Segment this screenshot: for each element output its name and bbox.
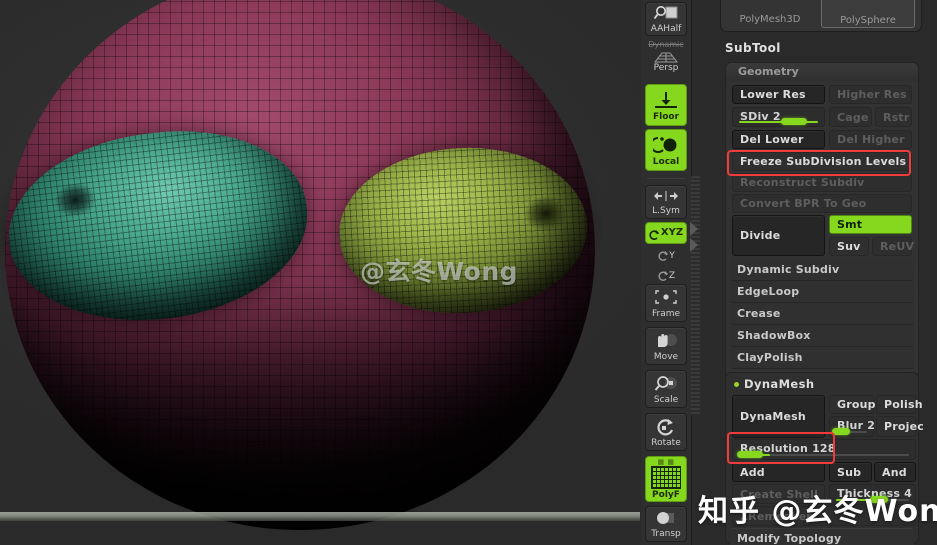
shadowbox-row[interactable]: ShadowBox <box>730 325 914 347</box>
tool-thumb-polysphere[interactable]: PolySphere <box>821 0 915 28</box>
rail-divider-1 <box>647 178 685 179</box>
rotate-z-label: Z <box>668 271 676 281</box>
lsym-label: L.Sym <box>652 205 680 216</box>
aahalf-button[interactable]: AAHalf <box>645 2 687 36</box>
rotate-z-button[interactable]: Z <box>645 266 687 286</box>
right-lobe-pole <box>523 194 570 233</box>
zbrush-window: @玄冬Wong AAHalf Dynamic Persp Floor Local… <box>0 0 937 545</box>
transp-label: Transp <box>651 529 681 539</box>
xyz-button[interactable]: XYZ <box>645 222 687 244</box>
rotate-arrow-icon <box>653 417 679 437</box>
xyz-label: XYZ <box>660 227 684 238</box>
bottom-watermark: 知乎 @玄冬Wong <box>698 494 937 529</box>
magnifier-scale-icon <box>653 374 679 394</box>
sub-button[interactable]: Sub <box>829 462 872 482</box>
sdiv-knob[interactable] <box>781 118 807 125</box>
local-pivot-icon <box>650 134 679 156</box>
magnifier-grid-icon <box>653 5 679 23</box>
polyf-button[interactable]: ▦ ▦ PolyF <box>645 456 687 502</box>
rail-scrollbar[interactable] <box>691 176 700 416</box>
move-button[interactable]: Move <box>645 327 687 365</box>
blur-knob[interactable] <box>832 428 850 435</box>
floor-label: Floor <box>652 111 680 122</box>
resolution-track <box>739 454 909 456</box>
floor-plane <box>0 512 640 521</box>
projec-button[interactable]: Projec <box>876 416 924 437</box>
tool-thumbnail-strip: PolyMesh3D PolySphere <box>720 0 922 32</box>
sdiv-slider[interactable]: SDiv 2 <box>732 107 825 127</box>
tool-thumb-polymesh3d[interactable]: PolyMesh3D <box>724 0 816 26</box>
resolution-slider[interactable]: Resolution 128 <box>732 439 916 460</box>
polyf-overlabel: ▦ ▦ <box>657 457 675 466</box>
geometry-group: Geometry Lower Res Higher Res SDiv 2 Cag… <box>725 62 919 379</box>
scale-button[interactable]: Scale <box>645 370 687 408</box>
modify-topology-row[interactable]: Modify Topology <box>730 528 914 545</box>
convert-bpr-to-geo-button[interactable]: Convert BPR To Geo <box>732 194 912 213</box>
left-tool-rail: AAHalf Dynamic Persp Floor Local L.Sym X… <box>641 0 692 545</box>
transp-button[interactable]: Transp <box>645 506 687 542</box>
aahalf-label: AAHalf <box>650 23 682 34</box>
transparency-icon <box>653 509 679 528</box>
claypolish-row[interactable]: ClayPolish <box>730 347 914 369</box>
viewport-watermark: @玄冬Wong <box>360 257 519 286</box>
perspective-grid-icon <box>653 49 679 63</box>
panel-collapse-arrows[interactable] <box>690 222 704 256</box>
rotate-y-button[interactable]: Y <box>645 246 687 266</box>
polyframe-grid-icon <box>651 465 681 489</box>
right-panel: PolyMesh3D PolySphere SubTool Geometry L… <box>703 0 937 545</box>
frame-icon <box>653 288 679 308</box>
persp-button[interactable]: Dynamic Persp <box>645 40 687 74</box>
dynamesh-button[interactable]: DynaMesh <box>732 395 825 438</box>
geometry-header: Geometry <box>726 63 918 81</box>
divide-button[interactable]: Divide <box>732 215 825 256</box>
lower-res-button[interactable]: Lower Res <box>732 85 825 104</box>
local-label: Local <box>652 156 680 167</box>
crease-row[interactable]: Crease <box>730 303 914 325</box>
dynamesh-enabled-dot <box>734 382 739 387</box>
add-button[interactable]: Add <box>732 462 825 482</box>
del-higher-button[interactable]: Del Higher <box>829 130 912 149</box>
frame-button[interactable]: Frame <box>645 284 687 322</box>
floor-arrow-icon <box>653 89 679 111</box>
rotate-y-label: Y <box>669 251 675 261</box>
persp-label: Persp <box>653 63 679 73</box>
reuv-button[interactable]: ReUV <box>872 237 914 256</box>
rotate-button[interactable]: Rotate <box>645 413 687 451</box>
3d-viewport[interactable]: @玄冬Wong <box>0 0 640 545</box>
blur-slider[interactable]: Blur 2 <box>829 416 875 437</box>
rotate-xyz-icon <box>649 227 660 240</box>
move-label: Move <box>653 351 679 362</box>
edgeloop-row[interactable]: EdgeLoop <box>730 281 914 303</box>
rotate-label: Rotate <box>651 437 681 448</box>
resolution-knob[interactable] <box>737 451 763 458</box>
tool-thumb-polymesh3d-label: PolyMesh3D <box>739 14 801 25</box>
dynamic-label: Dynamic <box>648 40 684 49</box>
frame-label: Frame <box>651 308 681 319</box>
rotate-z-icon <box>657 269 669 283</box>
rotate-y-icon <box>657 249 669 263</box>
floor-button[interactable]: Floor <box>645 84 687 126</box>
symmetry-arrows-icon <box>653 189 679 205</box>
polish-button[interactable]: Polish <box>876 395 923 414</box>
dynamic-subdiv-row[interactable]: Dynamic Subdiv <box>730 259 914 281</box>
dynamesh-header: DynaMesh <box>744 377 815 391</box>
local-button[interactable]: Local <box>645 129 687 171</box>
scale-label: Scale <box>653 394 679 405</box>
higher-res-button[interactable]: Higher Res <box>829 85 912 104</box>
and-button[interactable]: And <box>874 462 916 482</box>
rstr-button[interactable]: Rstr <box>875 107 912 127</box>
left-lobe-pole <box>52 180 99 220</box>
tool-thumb-polysphere-label: PolySphere <box>840 15 896 26</box>
groups-button[interactable]: Groups <box>829 395 882 414</box>
cage-button[interactable]: Cage <box>829 107 872 127</box>
lsym-button[interactable]: L.Sym <box>645 185 687 219</box>
del-lower-button[interactable]: Del Lower <box>732 130 825 149</box>
smt-button[interactable]: Smt <box>829 215 912 234</box>
freeze-subdivision-levels-button[interactable]: Freeze SubDivision Levels <box>732 152 912 171</box>
hand-move-icon <box>653 331 679 351</box>
suv-button[interactable]: Suv <box>829 237 869 256</box>
polyf-label: PolyF <box>652 489 680 500</box>
subtool-title: SubTool <box>725 41 781 55</box>
reconstruct-subdiv-button[interactable]: Reconstruct Subdiv <box>732 173 912 192</box>
